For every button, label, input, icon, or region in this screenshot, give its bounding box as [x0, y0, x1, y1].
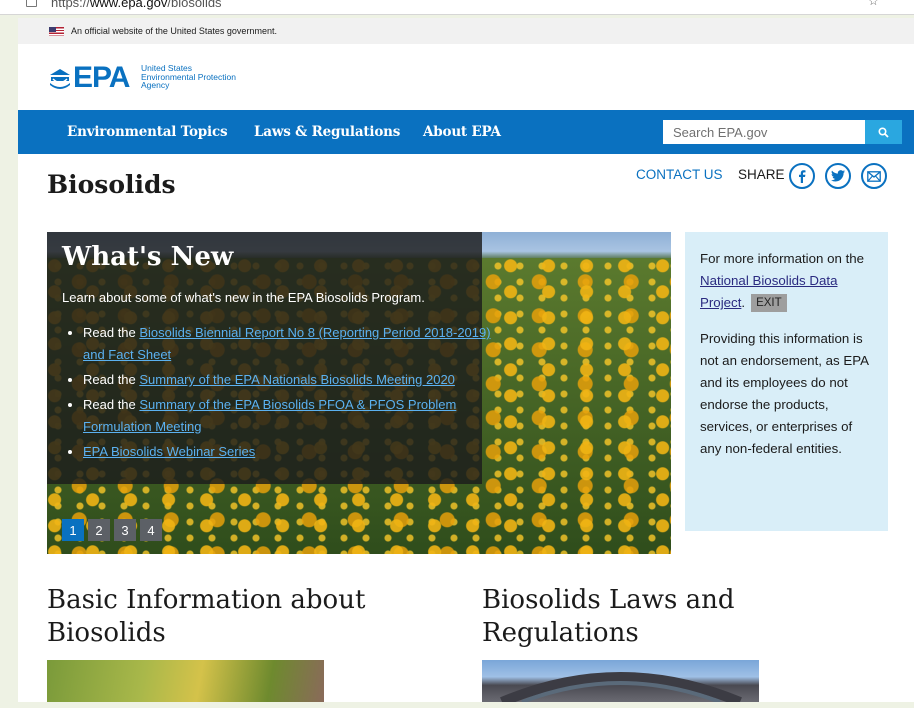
whats-new-carousel: What's New Learn about some of what's ne…	[47, 232, 671, 554]
epa-logo-subtitle: United States Environmental Protection A…	[141, 63, 236, 90]
webinar-series-link[interactable]: EPA Biosolids Webinar Series	[83, 444, 255, 459]
facebook-icon	[799, 170, 806, 183]
laws-regulations-image[interactable]	[482, 660, 759, 702]
carousel-page-2[interactable]: 2	[88, 519, 110, 541]
hero-caption-panel: What's New Learn about some of what's ne…	[47, 232, 491, 484]
list-item: EPA Biosolids Webinar Series	[83, 441, 495, 463]
gov-banner: An official website of the United States…	[18, 18, 914, 44]
search-button[interactable]	[865, 120, 902, 144]
page-title: Biosolids	[47, 170, 176, 199]
email-icon	[867, 170, 881, 182]
exit-badge[interactable]: EXIT	[751, 294, 787, 312]
nationals-meeting-link[interactable]: Summary of the EPA Nationals Biosolids M…	[139, 372, 455, 387]
browser-address-bar[interactable]: https://www.epa.gov/biosolids ☆	[0, 0, 914, 15]
bookmark-icon[interactable]: ☆	[868, 0, 879, 8]
biennial-report-link[interactable]: Biosolids Biennial Report No 8 (Reportin…	[83, 325, 491, 362]
laws-regulations-heading[interactable]: Biosolids Laws and Regulations	[482, 584, 812, 650]
twitter-icon	[831, 170, 845, 182]
page-icon	[26, 0, 37, 7]
main-nav: Environmental Topics Laws & Regulations …	[18, 110, 914, 154]
hero-lead-text: Learn about some of what's new in the EP…	[62, 290, 425, 305]
site-header: EPA United States Environmental Protecti…	[18, 44, 914, 110]
carousel-page-4[interactable]: 4	[140, 519, 162, 541]
email-share-button[interactable]	[861, 163, 887, 189]
epa-logo-icon[interactable]	[47, 66, 73, 92]
carousel-pager: 1 2 3 4	[62, 519, 162, 541]
carousel-page-3[interactable]: 3	[114, 519, 136, 541]
hero-news-list: Read the Biosolids Biennial Report No 8 …	[62, 322, 495, 466]
pfoa-pfos-meeting-link[interactable]: Summary of the EPA Biosolids PFOA & PFOS…	[83, 397, 456, 434]
basic-info-image[interactable]	[47, 660, 324, 702]
us-flag-icon	[49, 26, 64, 36]
page-viewport: An official website of the United States…	[18, 18, 914, 702]
list-item: Read the Summary of the EPA Biosolids PF…	[83, 394, 495, 438]
list-item: Read the Summary of the EPA Nationals Bi…	[83, 369, 495, 391]
info-sidebar-box: For more information on the National Bio…	[685, 232, 888, 531]
hero-title: What's New	[62, 242, 234, 272]
facebook-share-button[interactable]	[789, 163, 815, 189]
epa-logo-text[interactable]: EPA	[73, 61, 130, 95]
info-intro-paragraph: For more information on the National Bio…	[700, 251, 865, 312]
search-input[interactable]	[663, 120, 865, 144]
nav-laws-regulations[interactable]: Laws & Regulations	[254, 110, 400, 154]
share-label: SHARE	[738, 167, 785, 182]
twitter-share-button[interactable]	[825, 163, 851, 189]
basic-info-heading[interactable]: Basic Information about Biosolids	[47, 584, 407, 650]
disclaimer-text: Providing this information is not an end…	[700, 331, 869, 456]
nav-about-epa[interactable]: About EPA	[423, 110, 501, 154]
contact-us-link[interactable]: CONTACT US	[636, 167, 723, 182]
gov-banner-text: An official website of the United States…	[71, 26, 277, 36]
url-text[interactable]: https://www.epa.gov/biosolids	[51, 0, 222, 10]
list-item: Read the Biosolids Biennial Report No 8 …	[83, 322, 495, 366]
search-icon	[878, 126, 889, 138]
nav-environmental-topics[interactable]: Environmental Topics	[67, 110, 228, 154]
structure-illustration	[500, 672, 742, 702]
carousel-page-1[interactable]: 1	[62, 519, 84, 541]
